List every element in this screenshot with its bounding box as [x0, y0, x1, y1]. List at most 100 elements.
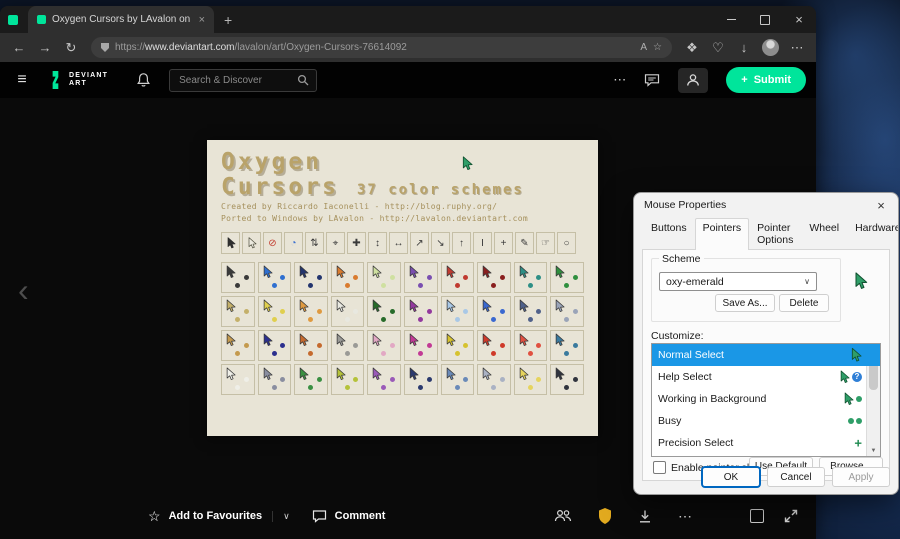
pointer-list-item[interactable]: Busy	[652, 410, 880, 432]
search-input[interactable]	[177, 74, 292, 87]
deviation-more-icon[interactable]: ⋯	[678, 508, 692, 525]
minimize-button[interactable]	[714, 6, 748, 33]
save-as-button[interactable]: Save As...	[715, 294, 775, 312]
cursor-swatch	[550, 262, 584, 293]
resize-horizontal-cursor-icon: ↔	[389, 232, 408, 254]
header-right-cluster: ⋯ +Submit	[613, 67, 806, 93]
dialog-tab-pointers[interactable]: Pointers	[695, 218, 750, 250]
forward-button[interactable]: →	[33, 36, 57, 60]
dialog-tab-pointer-options[interactable]: Pointer Options	[749, 218, 801, 250]
cancel-button[interactable]: Cancel	[767, 467, 825, 487]
cursor-swatch	[404, 262, 438, 293]
close-window-button[interactable]: ×	[782, 6, 816, 33]
busy-select-cursor-icon	[848, 418, 862, 424]
pointer-list-item[interactable]: Working in Background	[652, 388, 880, 410]
artwork-title-line2: Cursors	[221, 175, 339, 200]
new-tab-button[interactable]: +	[224, 12, 232, 28]
cursor-swatch	[221, 330, 255, 361]
header-more-icon[interactable]: ⋯	[613, 72, 626, 88]
circle-cursor-icon: ○	[557, 232, 576, 254]
badge-icon[interactable]	[598, 508, 612, 524]
pointer-list-item[interactable]: Normal Select	[652, 344, 880, 366]
cursor-swatch	[221, 364, 255, 395]
mouse-properties-dialog[interactable]: Mouse Properties × ButtonsPointersPointe…	[633, 192, 899, 495]
read-aloud-icon[interactable]: A	[640, 42, 647, 53]
browser-tab[interactable]: Oxygen Cursors by LAvalon on ×	[28, 6, 214, 33]
browser-tab-bar: Oxygen Cursors by LAvalon on × + ×	[0, 6, 816, 33]
hand-cursor-icon: ☞	[536, 232, 555, 254]
pointer-item-label: Working in Background	[658, 393, 766, 405]
cursor-swatch	[477, 296, 511, 327]
cursor-swatch	[477, 330, 511, 361]
arrow-cursor-icon	[221, 232, 240, 254]
favourites-chevron-down-icon[interactable]: ∨	[272, 511, 290, 522]
normal-select-cursor-icon	[850, 348, 862, 363]
artwork-subtitle: 37 color schemes	[357, 182, 524, 198]
scheme-select[interactable]: oxy-emerald ∨	[659, 272, 817, 291]
pointer-list-item[interactable]: Precision Select+	[652, 432, 880, 454]
maximize-icon	[760, 15, 770, 25]
pointer-list[interactable]: ▲ ▼ Normal SelectHelp Select?Working in …	[651, 343, 881, 457]
search-box[interactable]	[169, 69, 317, 92]
downloads-icon[interactable]: ↓	[732, 36, 756, 60]
browser-menu-icon[interactable]: ⋯	[785, 36, 809, 60]
pointer-list-item[interactable]: Help Select?	[652, 366, 880, 388]
cursor-swatch	[294, 330, 328, 361]
profile-button[interactable]	[678, 68, 708, 93]
checkbox-box[interactable]	[653, 461, 666, 474]
browser-profile-avatar[interactable]	[762, 39, 779, 56]
workspace-icon[interactable]	[8, 15, 18, 25]
cursor-grid	[221, 262, 584, 395]
combo-chevron-down-icon: ∨	[804, 277, 810, 286]
deviantart-favicon-icon	[37, 15, 46, 24]
browser-essentials-icon[interactable]: ♡	[706, 36, 730, 60]
dialog-tab-wheel[interactable]: Wheel	[801, 218, 847, 250]
chat-icon[interactable]	[644, 73, 660, 87]
dialog-close-icon[interactable]: ×	[864, 198, 898, 213]
site-security-icon[interactable]	[101, 43, 109, 52]
delete-button[interactable]: Delete	[779, 294, 829, 312]
submit-button[interactable]: +Submit	[726, 67, 806, 93]
fullscreen-expand-icon[interactable]	[784, 509, 798, 523]
notifications-bell-icon[interactable]	[136, 72, 151, 88]
artwork-credit-line2: Ported to Windows by LAvalon - http://la…	[221, 214, 584, 225]
favourite-star-icon[interactable]: ☆	[148, 508, 161, 525]
cursor-swatch	[514, 330, 548, 361]
share-people-icon[interactable]	[554, 509, 572, 523]
maximize-button[interactable]	[748, 6, 782, 33]
cursor-swatch	[477, 364, 511, 395]
download-icon[interactable]	[638, 509, 652, 524]
previous-deviation-chevron[interactable]: ‹	[18, 274, 29, 306]
unavailable-cursor-icon: ⊘	[263, 232, 282, 254]
scheme-preview-cursor-icon	[853, 272, 868, 293]
dialog-footer: OK Cancel Apply	[702, 467, 890, 487]
theater-mode-icon[interactable]	[750, 509, 764, 523]
cursor-swatch	[331, 262, 365, 293]
back-button[interactable]: ←	[7, 36, 31, 60]
cursor-swatch	[514, 364, 548, 395]
resize-vertical-cursor-icon: ↕	[368, 232, 387, 254]
dialog-tab-buttons[interactable]: Buttons	[643, 218, 695, 250]
favorites-star-icon[interactable]: ☆	[653, 42, 662, 53]
add-to-favourites-button[interactable]: Add to Favourites	[169, 510, 263, 522]
resize-nesw-cursor-icon: ↗	[410, 232, 429, 254]
refresh-button[interactable]: ↻	[59, 36, 83, 60]
ok-button[interactable]: OK	[702, 467, 760, 487]
pen-cursor-icon: ✎	[515, 232, 534, 254]
deviantart-logo[interactable]: DEVIANTART	[46, 71, 108, 89]
apply-button[interactable]: Apply	[832, 467, 890, 487]
cursor-swatch	[514, 296, 548, 327]
resize-nwse-cursor-icon: ↘	[431, 232, 450, 254]
address-bar[interactable]: https://www.deviantart.com/lavalon/art/O…	[91, 37, 672, 58]
extensions-icon[interactable]: ❖	[680, 36, 704, 60]
comment-button[interactable]: Comment	[312, 509, 386, 523]
dialog-title-bar: Mouse Properties ×	[634, 193, 898, 217]
arrow-outline-cursor-icon	[242, 232, 261, 254]
dialog-tab-hardware[interactable]: Hardware	[847, 218, 899, 250]
precision-select-cursor-icon: +	[854, 436, 862, 451]
deviantart-header: ≡ DEVIANTART ⋯	[0, 62, 816, 98]
artwork-image[interactable]: Oxygen Cursors 37 color schemes Created …	[207, 140, 598, 436]
pointer-item-label: Normal Select	[658, 349, 724, 361]
tab-close-icon[interactable]: ×	[199, 14, 205, 26]
menu-hamburger-icon[interactable]: ≡	[10, 71, 34, 89]
